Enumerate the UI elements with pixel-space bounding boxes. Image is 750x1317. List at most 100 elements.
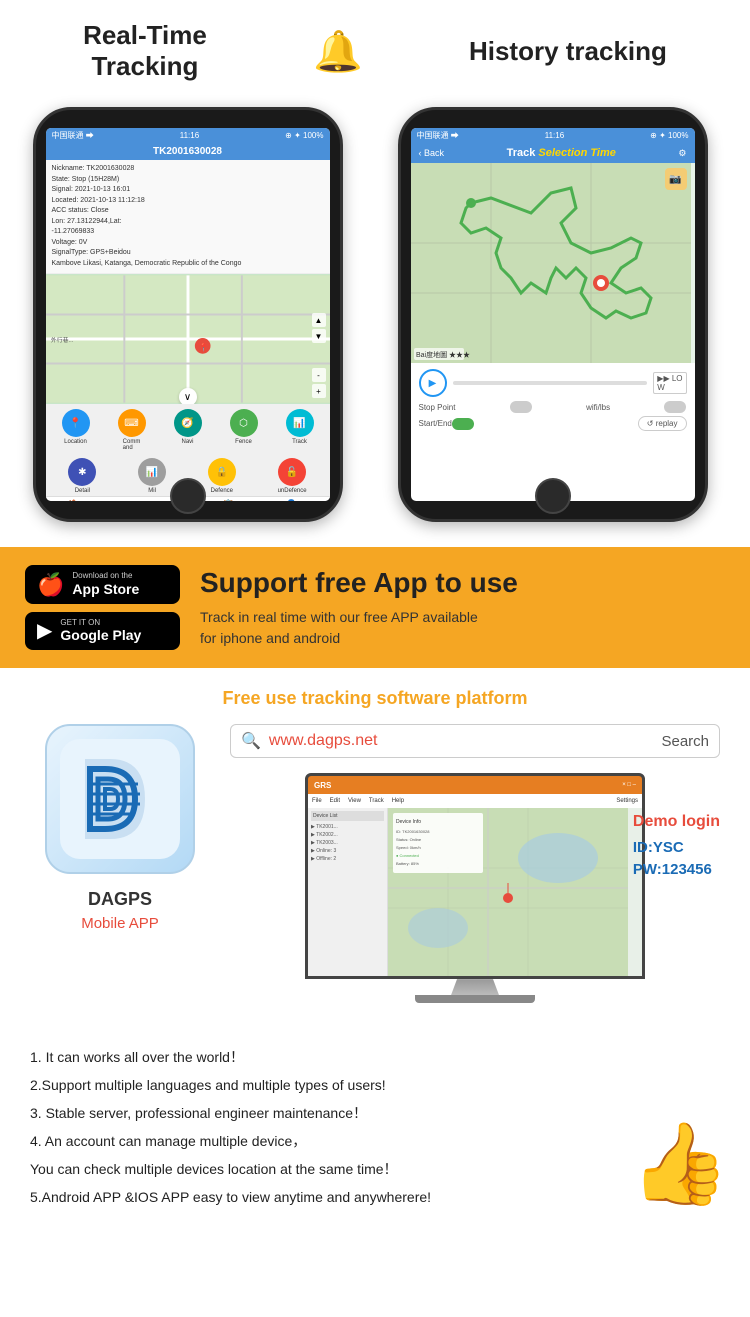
feature-item-0: 1. It can works all over the world！ xyxy=(30,1043,720,1071)
yellow-text-area: Support free App to use Track in real ti… xyxy=(200,567,725,649)
store-buttons: 🍎 Download on the App Store ▶ GET IT ON … xyxy=(25,565,180,650)
time2-text: 11:16 xyxy=(545,131,564,140)
carrier-text: 中国联通 ➡ xyxy=(52,130,94,141)
phone2-header: ‹ Back Track Selection Time ⚙ xyxy=(411,143,695,163)
phones-section: 中国联通 ➡ 11:16 ⊕ ✦ 100% TK2001630028 Nickn… xyxy=(0,107,750,547)
time-text: 11:16 xyxy=(180,131,199,140)
google-play-name: Google Play xyxy=(60,627,141,644)
feature-item-4: You can check multiple devices location … xyxy=(30,1155,720,1183)
svg-text:Status: Online: Status: Online xyxy=(396,837,422,842)
app-store-name: App Store xyxy=(72,581,139,598)
phone1-screen: 中国联通 ➡ 11:16 ⊕ ✦ 100% TK2001630028 Nickn… xyxy=(46,128,330,501)
phone2-frame: 中国联通 ➡ 11:16 ⊕ ✦ 100% ‹ Back Track Selec… xyxy=(398,107,708,522)
monitor-area: GRS × □ – FileEditViewTrackHelp Settings xyxy=(230,773,720,1003)
google-play-text: GET IT ON Google Play xyxy=(60,618,141,644)
demo-pw: PW:123456 xyxy=(633,861,720,878)
demo-login-area: Demo login ID:YSC PW:123456 xyxy=(633,813,720,878)
carrier2-text: 中国联通 ➡ xyxy=(417,130,459,141)
phone2-controls: ▶ ▶▶ LOW Stop Point wifi/lbs Start/End xyxy=(411,363,695,440)
start-end-toggle[interactable] xyxy=(452,418,474,430)
info-voltage: Voltage: 0V xyxy=(52,238,324,249)
platform-section: Free use tracking software platform xyxy=(0,668,750,1023)
phone1-info-box: Nickname: TK2001630028 State: Stop (15H2… xyxy=(46,160,330,274)
demo-label: Demo login xyxy=(633,813,720,831)
phone1-home-btn xyxy=(170,478,206,514)
svg-text:Bai度地圖 ★★★: Bai度地圖 ★★★ xyxy=(416,350,470,359)
svg-text:Device Info: Device Info xyxy=(396,819,421,825)
info-acc: ACC status: Close xyxy=(52,206,324,217)
feature-item-3: 4. An account can manage multiple device… xyxy=(30,1127,720,1155)
yellow-section: 🍎 Download on the App Store ▶ GET IT ON … xyxy=(0,547,750,668)
support-title: Support free App to use xyxy=(200,567,725,599)
monitor-base xyxy=(415,995,535,1003)
monitor-ui-bar: GRS × □ – xyxy=(308,776,642,794)
apple-icon: 🍎 xyxy=(37,572,64,598)
phone2-wrapper: 中国联通 ➡ 11:16 ⊕ ✦ 100% ‹ Back Track Selec… xyxy=(398,107,718,527)
monitor-screen: GRS × □ – FileEditViewTrackHelp Settings xyxy=(305,773,645,979)
monitor-nav: FileEditViewTrackHelp Settings xyxy=(308,794,642,808)
start-end-row: Start/End ↺ replay xyxy=(419,416,687,431)
stop-point-row: Stop Point wifi/lbs xyxy=(419,401,687,413)
info-lat: -11.27069833 xyxy=(52,227,324,238)
svg-text:外行巷...: 外行巷... xyxy=(50,336,73,344)
tracker-id: TK2001630028 xyxy=(46,143,330,160)
support-desc: Track in real time with our free APP ava… xyxy=(200,607,725,649)
feature-item-1: 2.Support multiple languages and multipl… xyxy=(30,1071,720,1099)
demo-id: ID:YSC xyxy=(633,839,720,856)
search-icon: 🔍 xyxy=(241,731,261,751)
download-on-label: Download on the xyxy=(72,571,139,581)
stop-point-toggle[interactable] xyxy=(510,401,532,413)
replay-button[interactable]: ↺ replay xyxy=(638,416,687,431)
realtime-title: Real-Time Tracking xyxy=(83,20,207,82)
platform-title: Free use tracking software platform xyxy=(30,688,720,709)
start-end-label: Start/End xyxy=(419,419,452,428)
dagps-logo-svg xyxy=(60,739,180,859)
features-section: 1. It can works all over the world！2.Sup… xyxy=(0,1023,750,1221)
monitor-neck xyxy=(445,979,505,995)
app-logo-area: DAGPS Mobile APP xyxy=(30,724,210,932)
top-headers: Real-Time Tracking 🔔 History tracking xyxy=(30,20,720,82)
svg-text:● Connected: ● Connected xyxy=(396,853,419,858)
stop-point-label: Stop Point xyxy=(419,403,456,412)
play-button[interactable]: ▶ xyxy=(419,369,447,397)
info-location: Kambove Likasi, Katanga, Democratic Repu… xyxy=(52,259,324,270)
right-content: 🔍 www.dagps.net Search GRS × □ – xyxy=(230,724,720,1003)
features-list: 1. It can works all over the world！2.Sup… xyxy=(30,1043,720,1211)
phone1-frame: 中国联通 ➡ 11:16 ⊕ ✦ 100% TK2001630028 Nickn… xyxy=(33,107,343,522)
wifi-lbs-label: wifi/lbs xyxy=(586,403,610,412)
feature-item-2: 3. Stable server, professional engineer … xyxy=(30,1099,720,1127)
info-nickname: Nickname: TK2001630028 xyxy=(52,164,324,175)
search-url: www.dagps.net xyxy=(269,732,662,750)
bell-icon: 🔔 xyxy=(313,28,363,75)
app-name: DAGPS xyxy=(88,889,152,910)
info-lon: Lon: 27.13122944,Lat: xyxy=(52,217,324,228)
history-title: History tracking xyxy=(469,36,667,67)
google-play-icon: ▶ xyxy=(37,618,52,643)
svg-text:Speed: 0km/h: Speed: 0km/h xyxy=(396,845,421,850)
monitor-content: Device List ▶ TK2001... ▶ TK2002... ▶ TK… xyxy=(308,808,642,976)
phone1-map: 📍 外行巷... ▲ ▼ + - ∨ xyxy=(46,274,330,404)
thumbs-up-icon: 👍 xyxy=(630,1117,730,1211)
phone1-status-bar: 中国联通 ➡ 11:16 ⊕ ✦ 100% xyxy=(46,128,330,143)
phone2-home-btn xyxy=(535,478,571,514)
phone2-map: Bai度地圖 ★★★ 📷 xyxy=(411,163,695,363)
phone2-screen: 中国联通 ➡ 11:16 ⊕ ✦ 100% ‹ Back Track Selec… xyxy=(411,128,695,501)
app-store-text: Download on the App Store xyxy=(72,571,139,597)
phone1-wrapper: 中国联通 ➡ 11:16 ⊕ ✦ 100% TK2001630028 Nickn… xyxy=(33,107,353,527)
wifi-lbs-toggle[interactable] xyxy=(664,401,686,413)
status2-icons: ⊕ ✦ 100% xyxy=(650,131,688,140)
google-play-button[interactable]: ▶ GET IT ON Google Play xyxy=(25,612,180,650)
svg-text:📍: 📍 xyxy=(198,342,208,352)
feature-item-5: 5.Android APP &IOS APP easy to view anyt… xyxy=(30,1183,720,1211)
mobile-app-label: Mobile APP xyxy=(81,915,159,932)
info-state: State: Stop (15H28M) xyxy=(52,175,324,186)
phone1-btns-row1: 📍Location ⌨Command 🧭Navi ⬡Fence 📊Track xyxy=(46,404,330,453)
speed-label: ▶▶ LOW xyxy=(653,372,686,394)
back-label[interactable]: ‹ Back xyxy=(419,148,445,158)
info-located: Located: 2021-10-13 11:12:18 xyxy=(52,196,324,207)
info-signal-type: SignalType: GPS+Beidou xyxy=(52,248,324,259)
search-bar: 🔍 www.dagps.net Search xyxy=(230,724,720,758)
monitor-sidebar: Device List ▶ TK2001... ▶ TK2002... ▶ TK… xyxy=(308,808,388,976)
search-button[interactable]: Search xyxy=(661,733,709,750)
app-store-button[interactable]: 🍎 Download on the App Store xyxy=(25,565,180,603)
